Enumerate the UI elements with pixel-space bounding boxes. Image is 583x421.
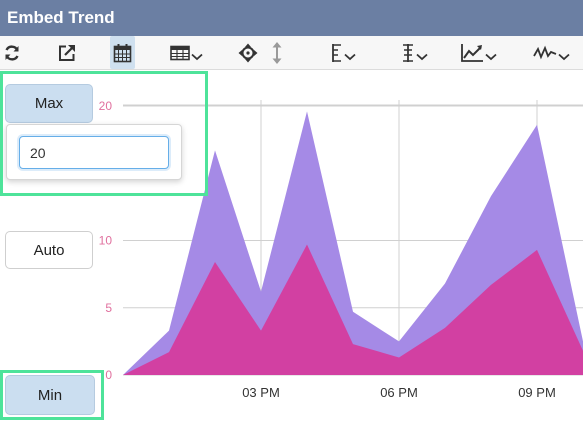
left-axis-menu-button[interactable]	[322, 36, 362, 69]
pan-button[interactable]	[237, 36, 259, 69]
vertical-zoom-button[interactable]	[267, 36, 287, 69]
external-link-icon	[59, 44, 75, 61]
y-tick-label: 10	[99, 234, 113, 248]
chevron-down-icon	[415, 53, 428, 60]
chevron-down-icon	[343, 53, 356, 60]
x-tick-label: 09 PM	[518, 385, 556, 400]
chevron-down-icon	[190, 53, 203, 60]
move-icon	[238, 43, 258, 62]
series-style-menu-button[interactable]	[529, 36, 573, 69]
min-highlight-frame	[0, 370, 104, 420]
table-icon	[169, 45, 190, 60]
open-external-button[interactable]	[54, 36, 80, 69]
y-tick-label: 5	[105, 301, 112, 315]
calendar-button[interactable]	[110, 36, 135, 69]
chevron-down-icon	[557, 53, 570, 60]
window-title: Embed Trend	[0, 0, 583, 36]
calendar-icon	[113, 43, 132, 62]
auto-button[interactable]: Auto	[5, 231, 93, 269]
table-menu-button[interactable]	[164, 36, 208, 69]
chevron-down-icon	[484, 53, 497, 60]
y-tick-label: 0	[105, 368, 112, 382]
center-axis-menu-button[interactable]	[394, 36, 434, 69]
center-axis-icon	[402, 43, 413, 62]
chart-type-menu-button[interactable]	[456, 36, 500, 69]
x-tick-label: 06 PM	[380, 385, 418, 400]
left-axis-icon	[331, 43, 341, 62]
x-tick-label: 03 PM	[242, 385, 280, 400]
vertical-resize-icon	[272, 41, 282, 64]
toolbar	[0, 36, 583, 70]
line-chart-icon	[460, 43, 483, 62]
refresh-button[interactable]	[0, 36, 24, 69]
wave-chart-icon	[532, 45, 556, 59]
refresh-icon	[5, 44, 19, 61]
max-highlight-frame	[0, 71, 208, 196]
